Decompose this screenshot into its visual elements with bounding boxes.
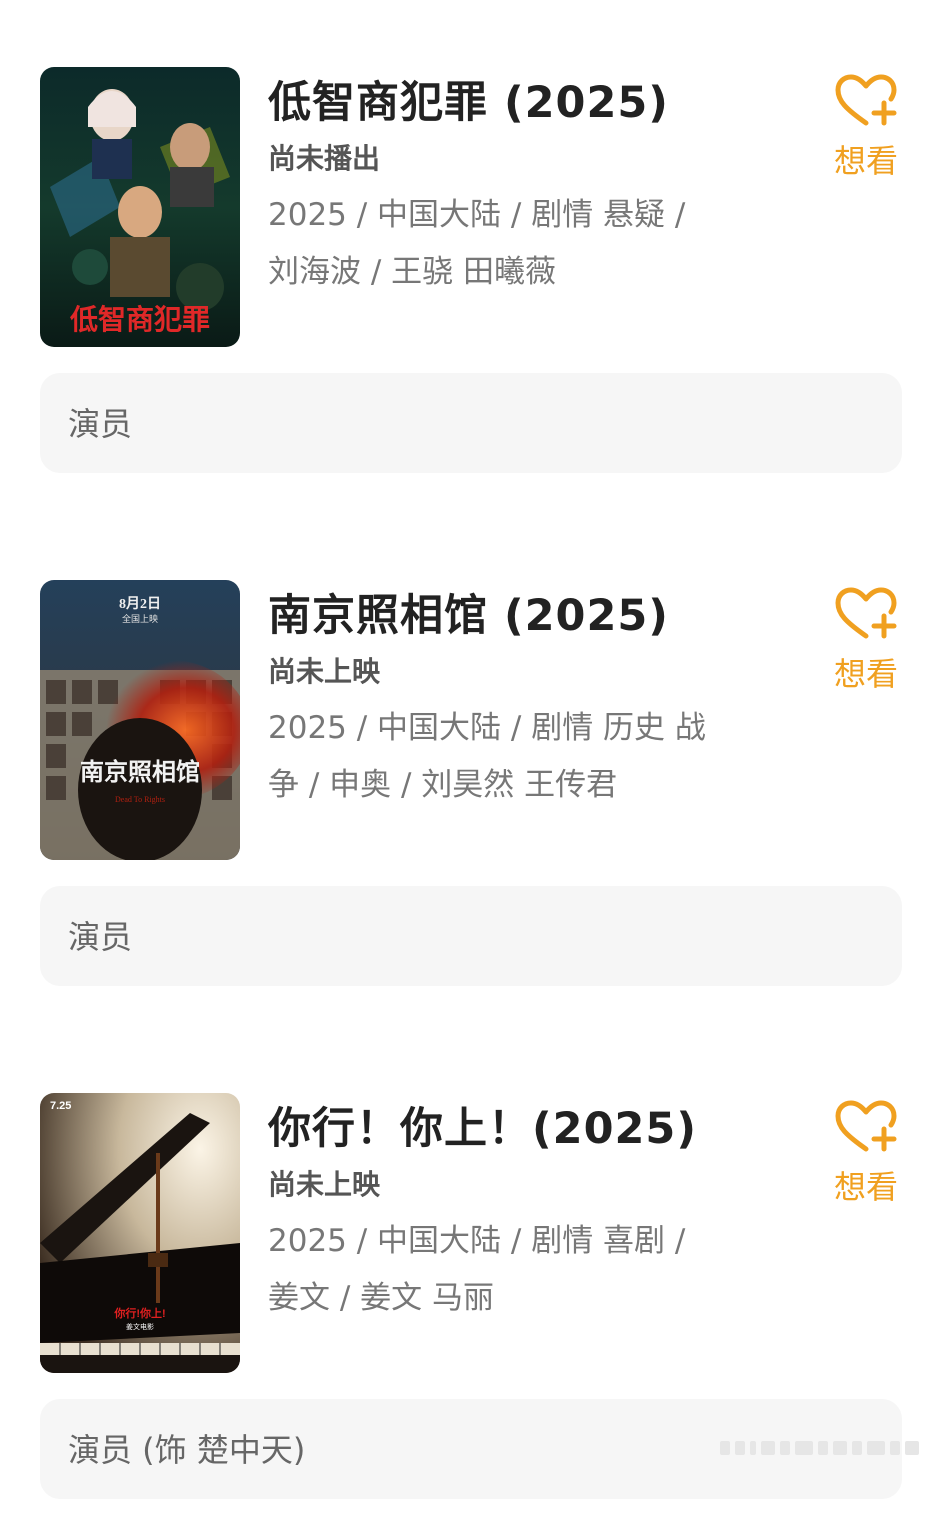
release-status: 尚未播出 <box>268 142 381 175</box>
movie-poster[interactable]: 低智商犯罪 <box>40 67 240 347</box>
svg-text:7.25: 7.25 <box>50 1100 71 1112</box>
svg-text:姜文电影: 姜文电影 <box>126 1322 154 1331</box>
svg-text:Dead To Rights: Dead To Rights <box>115 795 165 804</box>
movie-card-2[interactable]: 8月2日 全国上映 南京照相馆 Dead To Rights 南京照相馆 (20… <box>0 580 940 1000</box>
want-label: 想看 <box>833 142 898 180</box>
movie-meta: 2025 / 中国大陆 / 剧情 历史 战争 / 申奥 / 刘昊然 王传君 <box>268 710 706 803</box>
svg-text:南京照相馆: 南京照相馆 <box>80 758 200 786</box>
heart-plus-icon <box>835 74 897 126</box>
svg-text:8月2日: 8月2日 <box>119 596 161 612</box>
heart-plus-icon <box>835 587 897 639</box>
poster-image: 低智商犯罪 <box>40 67 240 347</box>
movie-meta: 2025 / 中国大陆 / 剧情 悬疑 / 刘海波 / 王骁 田曦薇 <box>268 197 686 290</box>
movie-title[interactable]: 你行！你上！(2025) <box>268 1099 808 1159</box>
svg-text:全国上映: 全国上映 <box>122 613 158 624</box>
movie-poster[interactable]: 8月2日 全国上映 南京照相馆 Dead To Rights <box>40 580 240 860</box>
watermark-bar <box>720 1436 930 1460</box>
cast-role-box[interactable]: 演员 <box>40 373 902 473</box>
heart-plus-icon <box>835 1100 897 1152</box>
want-to-watch-button[interactable]: 想看 <box>826 1095 906 1215</box>
svg-text:低智商犯罪: 低智商犯罪 <box>69 304 210 336</box>
cast-role-label: 演员 <box>68 918 133 956</box>
movie-meta: 2025 / 中国大陆 / 剧情 喜剧 / 姜文 / 姜文 马丽 <box>268 1223 686 1316</box>
release-status: 尚未上映 <box>268 655 381 688</box>
svg-text:你行!你上!: 你行!你上! <box>113 1306 165 1320</box>
cast-role-label: 演员 <box>68 405 133 443</box>
want-label: 想看 <box>833 1168 898 1206</box>
movie-poster[interactable]: 7.25 你行!你上! 姜文电影 <box>40 1093 240 1373</box>
movie-card-1[interactable]: 低智商犯罪 低智商犯罪 (2025) 尚未播出 2025 / 中国大陆 / 剧情… <box>0 67 940 487</box>
cast-role-box[interactable]: 演员 <box>40 886 902 986</box>
cast-role-label: 演员 (饰 楚中天) <box>68 1431 306 1469</box>
release-status: 尚未上映 <box>268 1168 381 1201</box>
poster-image: 8月2日 全国上映 南京照相馆 Dead To Rights <box>40 580 240 860</box>
want-to-watch-button[interactable]: 想看 <box>826 69 906 189</box>
want-label: 想看 <box>833 655 898 693</box>
poster-image: 7.25 你行!你上! 姜文电影 <box>40 1093 240 1373</box>
want-to-watch-button[interactable]: 想看 <box>826 582 906 702</box>
movie-title[interactable]: 南京照相馆 (2025) <box>268 586 808 646</box>
movie-title[interactable]: 低智商犯罪 (2025) <box>268 73 808 133</box>
